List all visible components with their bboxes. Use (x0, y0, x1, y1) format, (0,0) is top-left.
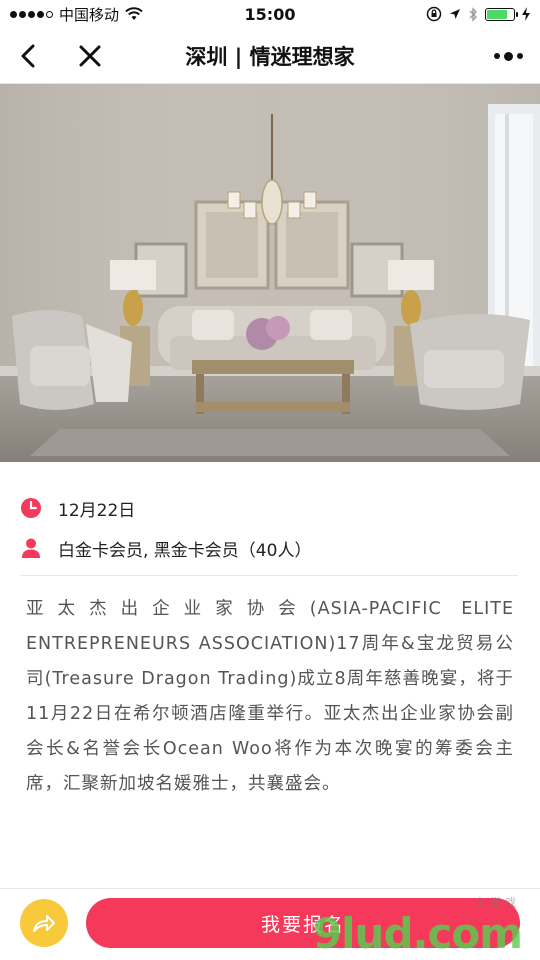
nav-bar: 深圳 | 情迷理想家 (0, 28, 540, 84)
clock-icon (21, 498, 41, 518)
status-right (426, 6, 530, 22)
carrier-label: 中国移动 (59, 5, 120, 24)
share-arrow-icon (33, 915, 55, 932)
signal-dots-icon (10, 10, 53, 18)
event-date: 12月22日 (58, 500, 136, 521)
status-bar: 中国移动 15:00 (0, 0, 540, 28)
event-audience-row: 白金卡会员, 黑金卡会员（40人） (20, 528, 518, 568)
event-date-row: 12月22日 (20, 488, 518, 528)
charging-icon (522, 7, 530, 21)
battery-fill (487, 9, 507, 19)
location-arrow-icon (450, 9, 460, 19)
share-button[interactable] (20, 899, 68, 947)
lock-rotation-icon (426, 6, 442, 22)
wifi-icon (125, 7, 143, 20)
event-description: 亚太杰出企业家协会(ASIA-PACIFIC ELITE ENTREPRENEU… (26, 599, 514, 794)
status-time: 15:00 (244, 4, 296, 24)
divider (20, 575, 518, 576)
more-dots-icon[interactable] (490, 42, 526, 70)
signup-button[interactable]: 我要报名 (86, 898, 520, 948)
status-left: 中国移动 (10, 4, 143, 25)
close-icon[interactable] (74, 40, 106, 72)
event-audience: 白金卡会员, 黑金卡会员（40人） (58, 540, 312, 561)
event-info: 12月22日 白金卡会员, 黑金卡会员（40人） (20, 488, 518, 568)
battery-icon (485, 7, 518, 21)
back-arrow-icon[interactable] (14, 40, 46, 72)
person-icon (22, 538, 40, 558)
living-room-illustration (0, 84, 540, 462)
bottom-action-bar: 我要报名 久 游 戏 9lud.com (0, 888, 540, 960)
hero-image (0, 84, 540, 462)
bluetooth-icon (469, 6, 477, 22)
